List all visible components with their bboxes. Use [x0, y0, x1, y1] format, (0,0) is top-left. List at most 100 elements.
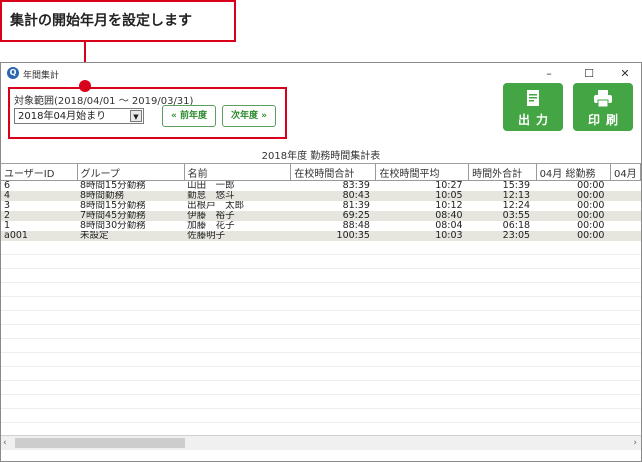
cell-group: 8時間30分勤務 [77, 221, 185, 231]
cell-empty [610, 231, 641, 241]
minimize-button[interactable]: – [535, 65, 563, 83]
empty-cell [1, 241, 641, 255]
empty-row [1, 324, 641, 339]
range-group: 対象範囲(2018/04/01 〜 2019/03/31) 2018年04月始ま… [8, 87, 287, 139]
close-button[interactable]: ✕ [611, 65, 639, 83]
column-header[interactable]: 04月 [610, 164, 641, 181]
scroll-left-icon[interactable]: ‹ [3, 436, 7, 450]
empty-cell [1, 394, 641, 409]
column-header[interactable]: 在校時間平均 [375, 164, 470, 181]
column-header[interactable]: グループ [77, 164, 185, 181]
empty-cell [1, 338, 641, 353]
cell-empty [610, 201, 641, 211]
cell-average: 08:04 [375, 221, 469, 231]
output-button[interactable]: 出力 [503, 83, 563, 131]
print-button[interactable]: 印刷 [573, 83, 633, 131]
cell-total: 80:43 [290, 191, 376, 201]
table-row[interactable]: 1 8時間30分勤務 加藤 花子 88:48 08:04 06:18 00:00 [1, 221, 641, 231]
cell-name: 伊藤 裕子 [184, 211, 291, 221]
table-row[interactable]: 2 7時間45分勤務 伊藤 裕子 69:25 08:40 03:55 00:00 [1, 211, 641, 221]
empty-row [1, 268, 641, 283]
cell-user-id: 1 [1, 221, 77, 231]
scroll-right-icon[interactable]: › [633, 436, 637, 450]
empty-row [1, 296, 641, 311]
cell-name: 勤怠 悠斗 [184, 191, 291, 201]
cell-name: 加藤 花子 [184, 221, 291, 231]
window-title: 年間集計 [23, 71, 60, 81]
empty-row [1, 408, 641, 423]
empty-row [1, 380, 641, 395]
empty-cell [1, 352, 641, 367]
cell-user-id: 2 [1, 211, 77, 221]
cell-user-id: 4 [1, 191, 77, 201]
table-row[interactable]: 3 8時間15分勤務 出根戸 太郎 81:39 10:12 12:24 00:0… [1, 201, 641, 211]
cell-empty [610, 211, 641, 221]
empty-cell [1, 282, 641, 297]
cell-total: 83:39 [290, 180, 376, 191]
cell-empty [610, 180, 641, 191]
empty-row [1, 310, 641, 325]
print-label: 印刷 [587, 113, 624, 127]
title-bar: Q 年間集計 – ☐ ✕ [1, 63, 641, 85]
cell-group: 8時間15分勤務 [77, 180, 185, 191]
table-header-row: ユーザーID グループ 名前 在校時間合計 在校時間平均 時間外合計 04月 総… [1, 164, 641, 181]
cell-user-id: 6 [1, 180, 77, 191]
table-row[interactable]: 4 8時間勤務 勤怠 悠斗 80:43 10:05 12:13 00:00 [1, 191, 641, 201]
table-row[interactable]: 6 8時間15分勤務 山田 一郎 83:39 10:27 15:39 00:00 [1, 180, 641, 191]
empty-cell [1, 310, 641, 325]
cell-average: 08:40 [375, 211, 469, 221]
column-header[interactable]: ユーザーID [1, 164, 78, 181]
report-title: 2018年度 勤務時間集計表 [261, 151, 381, 162]
app-icon: Q [7, 67, 19, 79]
cell-name: 山田 一郎 [184, 180, 291, 191]
cell-average: 10:12 [375, 201, 469, 211]
cell-average: 10:05 [375, 191, 469, 201]
maximize-button[interactable]: ☐ [575, 65, 603, 83]
column-header[interactable]: 在校時間合計 [290, 164, 377, 181]
cell-empty [610, 221, 641, 231]
table-row[interactable]: a001 未設定 佐藤明子 100:35 10:03 23:05 00:00 [1, 231, 641, 241]
callout-marker [79, 80, 91, 92]
cell-total: 100:35 [290, 231, 376, 241]
cell-april: 00:00 [536, 180, 611, 191]
empty-row [1, 422, 641, 436]
cell-average: 10:27 [375, 180, 469, 191]
empty-row [1, 338, 641, 353]
summary-table: ユーザーID グループ 名前 在校時間合計 在校時間平均 時間外合計 04月 総… [1, 163, 641, 436]
start-month-select[interactable]: 2018年04月始まり ▼ [14, 108, 144, 124]
column-header[interactable]: 時間外合計 [468, 164, 537, 181]
cell-user-id: a001 [1, 231, 77, 241]
cell-overtime: 12:24 [468, 201, 537, 211]
scrollbar-thumb[interactable] [15, 438, 185, 448]
cell-total: 88:48 [290, 221, 376, 231]
empty-row [1, 366, 641, 381]
prev-year-button[interactable]: « 前年度 [162, 105, 216, 127]
cell-april: 00:00 [536, 221, 611, 231]
cell-overtime: 12:13 [468, 191, 537, 201]
column-header[interactable]: 名前 [184, 164, 292, 181]
next-year-button[interactable]: 次年度 » [222, 105, 276, 127]
cell-overtime: 15:39 [468, 180, 537, 191]
cell-group: 8時間勤務 [77, 191, 185, 201]
cell-overtime: 23:05 [468, 231, 537, 241]
empty-cell [1, 366, 641, 381]
app-window: Q 年間集計 – ☐ ✕ 対象範囲(2018/04/01 〜 2019/03/3… [0, 62, 642, 462]
cell-name: 出根戸 太郎 [184, 201, 291, 211]
column-header[interactable]: 04月 総勤務 [536, 164, 611, 181]
horizontal-scrollbar[interactable]: ‹ › [1, 435, 641, 450]
export-file-icon [527, 90, 539, 106]
chevron-down-icon[interactable]: ▼ [130, 110, 142, 122]
cell-name: 佐藤明子 [184, 231, 291, 241]
empty-cell [1, 408, 641, 423]
cell-total: 81:39 [290, 201, 376, 211]
cell-empty [610, 191, 641, 201]
empty-cell [1, 422, 641, 436]
empty-cell [1, 324, 641, 339]
cell-overtime: 06:18 [468, 221, 537, 231]
empty-row [1, 352, 641, 367]
empty-row [1, 241, 641, 255]
empty-cell [1, 380, 641, 395]
cell-total: 69:25 [290, 211, 376, 221]
cell-group: 7時間45分勤務 [77, 211, 185, 221]
empty-cell [1, 296, 641, 311]
